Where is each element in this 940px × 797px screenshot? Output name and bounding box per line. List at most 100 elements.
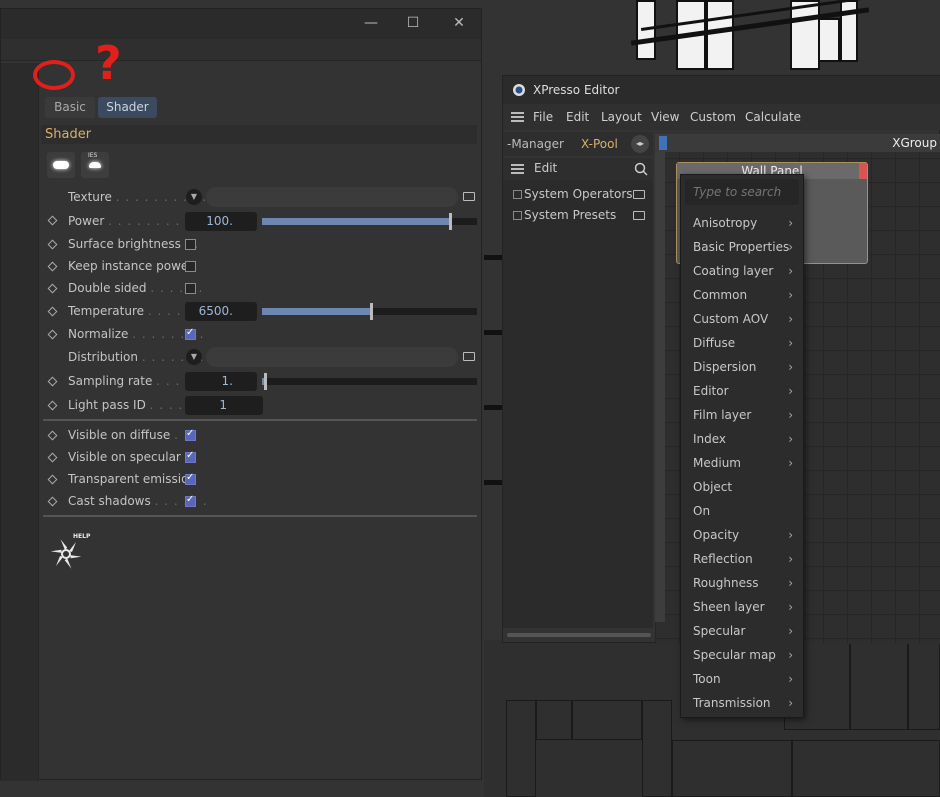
menu-item[interactable]: Specular › [681,619,803,643]
menu-item[interactable]: Diffuse › [681,331,803,355]
distribution-field[interactable] [206,347,458,367]
temperature-slider[interactable] [262,303,477,320]
node-output-port-icon[interactable] [859,163,867,179]
texture-dropdown-arrow-icon[interactable]: ▼ [186,189,202,205]
menu-item[interactable]: Anisotropy › [681,211,803,235]
hamburger-menu-icon[interactable] [511,164,524,174]
hamburger-menu-icon[interactable] [511,112,524,122]
keyframe-diamond-icon[interactable] [47,452,58,463]
menu-view[interactable]: View [651,110,679,124]
sampling-rate-slider[interactable] [262,373,477,390]
light-preview-thumbnail[interactable] [47,152,75,178]
menu-calculate[interactable]: Calculate [745,110,801,124]
menu-item[interactable]: Roughness › [681,571,803,595]
temperature-slider-handle[interactable] [370,303,373,320]
xgroup-header[interactable]: XGroup [655,134,940,152]
folder-icon[interactable] [463,192,475,201]
menu-item[interactable]: Toon › [681,667,803,691]
submenu-arrow-icon: › [788,624,793,638]
texture-field[interactable] [206,187,458,207]
expand-icon[interactable] [513,211,522,220]
submenu-arrow-icon: › [788,552,793,566]
submenu-arrow-icon: › [788,288,793,302]
menu-item[interactable]: Film layer › [681,403,803,427]
menu-item[interactable]: Common › [681,283,803,307]
menu-item[interactable]: Basic Properties › [681,235,803,259]
power-input[interactable]: 100. [185,212,257,231]
double-sided-checkbox[interactable] [185,283,196,294]
menu-item[interactable]: On [681,499,803,523]
folder-icon[interactable] [463,352,475,361]
ies-thumbnail[interactable]: IES [81,152,109,178]
power-slider-handle[interactable] [449,213,452,230]
menu-item[interactable]: Medium › [681,451,803,475]
keyframe-diamond-icon[interactable] [47,215,58,226]
submenu-arrow-icon: › [788,360,793,374]
menu-item-label: Medium [693,456,741,470]
menu-edit[interactable]: Edit [566,110,589,124]
tab-basic[interactable]: Basic [45,97,95,118]
expand-icon[interactable] [513,190,522,199]
menu-item[interactable]: Dispersion › [681,355,803,379]
xpresso-title-bar[interactable]: XPresso Editor [503,76,940,104]
temperature-input[interactable]: 6500. [185,302,257,321]
keyframe-diamond-icon[interactable] [47,400,58,411]
normalize-checkbox[interactable] [185,327,196,340]
minimize-button[interactable]: — [361,15,381,31]
power-slider[interactable] [262,213,477,230]
menu-item[interactable]: Sheen layer › [681,595,803,619]
menu-item[interactable]: Index › [681,427,803,451]
light-pass-id-input[interactable]: 1 [185,396,263,415]
distribution-dropdown-arrow-icon[interactable]: ▼ [186,349,202,365]
visible-on-specular-checkbox[interactable] [185,450,196,463]
menu-item[interactable]: Opacity › [681,523,803,547]
keyframe-diamond-icon[interactable] [47,376,58,387]
keyframe-diamond-icon[interactable] [47,496,58,507]
menu-search-input[interactable] [685,179,799,205]
keyframe-diamond-icon[interactable] [47,306,58,317]
tab-manager[interactable]: -Manager [507,137,564,151]
keyframe-diamond-icon[interactable] [47,329,58,340]
cast-shadows-checkbox[interactable] [185,494,196,507]
menu-item[interactable]: Transmission › [681,691,803,715]
menu-file[interactable]: File [533,110,553,124]
tree-item-system-presets[interactable]: System Presets [513,208,616,222]
menu-item-label: Roughness [693,576,759,590]
power-label: Power . . . . . . . . . . [68,214,200,228]
keyframe-diamond-icon[interactable] [47,283,58,294]
menu-item[interactable]: Editor › [681,379,803,403]
menu-item[interactable]: Custom AOV › [681,307,803,331]
tree-item-system-operators[interactable]: System Operators [513,187,633,201]
double-sided-label: Double sided . . . . . . [68,281,204,295]
surface-brightness-checkbox[interactable] [185,239,196,250]
sampling-rate-input[interactable]: 1. [185,372,257,391]
keyframe-diamond-icon[interactable] [47,261,58,272]
sampling-rate-slider-handle[interactable] [264,373,267,390]
close-button[interactable]: ✕ [449,15,469,31]
menu-item[interactable]: Specular map › [681,643,803,667]
tab-shader[interactable]: Shader [98,97,157,118]
search-icon[interactable] [634,162,648,176]
keyframe-diamond-icon[interactable] [47,474,58,485]
menu-item[interactable]: Reflection › [681,547,803,571]
keep-instance-power-checkbox[interactable] [185,261,196,272]
keyframe-diamond-icon[interactable] [47,430,58,441]
title-bar[interactable]: — ☐ ✕ [1,9,481,39]
menu-layout[interactable]: Layout [601,110,642,124]
panel-swap-icon[interactable]: ◂▸ [631,135,649,153]
tab-x-pool[interactable]: X-Pool [581,137,618,151]
menu-item-label: Specular [693,624,746,638]
octane-logo-icon [51,539,81,569]
x-pool-edit-menu[interactable]: Edit [534,161,557,175]
menu-custom[interactable]: Custom [690,110,736,124]
maximize-button[interactable]: ☐ [403,15,423,31]
visible-on-diffuse-checkbox[interactable] [185,428,196,441]
menu-item[interactable]: Coating layer › [681,259,803,283]
xpresso-menu-bar: File Edit Layout View Custom Calculate [503,104,940,130]
keyframe-diamond-icon[interactable] [47,239,58,250]
menu-item[interactable]: Object [681,475,803,499]
transparent-emission-checkbox[interactable] [185,472,196,485]
horizontal-scrollbar[interactable] [507,633,651,637]
help-icon[interactable]: HELP [51,533,91,573]
submenu-arrow-icon: › [788,600,793,614]
